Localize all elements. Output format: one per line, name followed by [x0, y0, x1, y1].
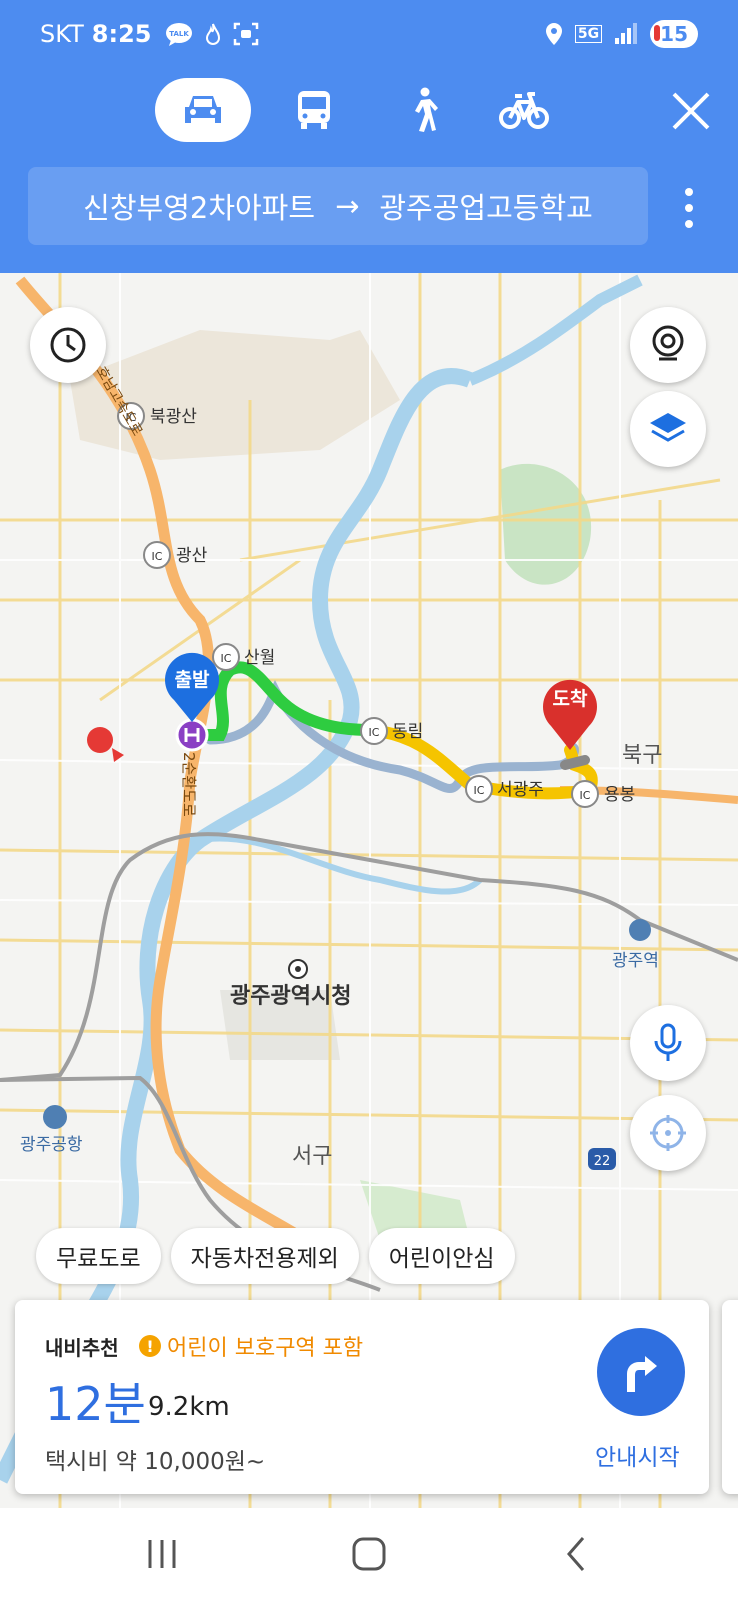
tab-car[interactable]: [155, 78, 251, 142]
system-icons: 5G 15: [545, 20, 698, 48]
label-seogu: 서구: [292, 1144, 332, 1169]
bus-icon: [298, 91, 330, 129]
ic-label: IC: [474, 784, 485, 797]
start-navigation-button[interactable]: [597, 1328, 685, 1416]
my-location-button[interactable]: [630, 1095, 706, 1171]
route-filter-chips: 무료도로 자동차전용제외 어린이안심: [36, 1228, 515, 1284]
home-icon[interactable]: [347, 1532, 391, 1576]
recent-apps-icon[interactable]: [140, 1532, 184, 1576]
microphone-icon: [654, 1023, 682, 1061]
tab-walk[interactable]: [375, 78, 471, 142]
walk-icon: [415, 87, 438, 132]
close-icon[interactable]: [666, 86, 716, 136]
school-zone-warning: ! 어린이 보호구역 포함: [139, 1330, 363, 1362]
cctv-icon: [652, 325, 684, 361]
label-city-hall: 광주광역시청: [230, 984, 351, 1009]
label-dongrim: 동림: [392, 722, 423, 742]
start-navigation-label[interactable]: 안내시작: [595, 1438, 680, 1472]
turn-arrow-icon: [627, 1356, 657, 1392]
label-gwangsan: 광산: [176, 546, 208, 566]
start-pin-label: 출발: [175, 669, 210, 691]
bike-icon: [499, 92, 549, 129]
network-5g-icon: 5G: [574, 25, 603, 43]
cctv-button[interactable]: [630, 307, 706, 383]
ic-label: IC: [580, 789, 591, 802]
recommend-label: 내비추천: [45, 1336, 119, 1360]
back-icon[interactable]: [555, 1532, 599, 1576]
route-22-badge: 22: [594, 1154, 611, 1169]
status-bar: SKT 8:25 TALK 5G 15: [40, 14, 698, 54]
label-bukgwangsan: 북광산: [150, 407, 197, 427]
tab-bike[interactable]: [476, 78, 572, 142]
clock: 8:25: [91, 20, 152, 48]
transport-mode-tabs: [0, 78, 738, 148]
ic-label: IC: [369, 726, 380, 739]
route-result-card[interactable]: 내비추천 ! 어린이 보호구역 포함 12분 9.2km 택시비 약 10,00…: [15, 1300, 709, 1494]
label-gwangju-station: 광주역: [612, 951, 659, 971]
flame-icon: [206, 23, 221, 45]
screenshot-icon: [234, 22, 259, 46]
label-airport: 광주공항: [20, 1135, 83, 1155]
carrier-label: SKT: [40, 20, 84, 48]
tab-bus[interactable]: [266, 78, 362, 142]
chip-free-road[interactable]: 무료도로: [36, 1228, 161, 1284]
taxi-fare: 택시비 약 10,000원~: [45, 1449, 266, 1475]
car-icon: [185, 96, 221, 123]
route-header: SKT 8:25 TALK 5G 15 신창부영2차아파트 → 광주공업고등학교: [0, 0, 738, 273]
system-nav-bar: [0, 1508, 738, 1600]
history-button[interactable]: [30, 307, 106, 383]
notification-icons: TALK: [165, 22, 259, 46]
chip-exclude-motorway[interactable]: 자동차전용제외: [170, 1228, 359, 1284]
next-route-card[interactable]: [722, 1300, 738, 1494]
label-ring-road: 2순환도로: [180, 752, 198, 817]
layers-button[interactable]: [630, 391, 706, 467]
voice-search-button[interactable]: [630, 1005, 706, 1081]
route-arrow: →: [335, 189, 360, 223]
crosshair-icon: [650, 1115, 686, 1151]
label-yongbong: 용봉: [604, 785, 635, 805]
label-bukgu: 북구: [622, 743, 662, 768]
end-pin-label: 도착: [553, 688, 588, 710]
more-menu-icon[interactable]: [680, 188, 698, 228]
layers-icon: [650, 413, 686, 442]
location-icon: [545, 23, 562, 45]
clock-icon: [50, 327, 86, 363]
ic-label: IC: [152, 550, 163, 563]
talk-icon: TALK: [166, 23, 193, 46]
signal-icon: [615, 23, 638, 44]
warning-icon: !: [139, 1335, 161, 1357]
battery-icon: 15: [650, 20, 698, 48]
travel-distance: 9.2km: [148, 1392, 230, 1422]
label-seogwangju: 서광주: [497, 780, 544, 800]
svg-text:TALK: TALK: [170, 30, 190, 38]
origin-label: 신창부영2차아파트: [83, 191, 316, 225]
travel-time: 12분: [45, 1377, 146, 1431]
warning-text: 어린이 보호구역 포함: [167, 1336, 364, 1361]
chip-child-safe[interactable]: 어린이안심: [368, 1228, 515, 1284]
ic-label: IC: [221, 652, 232, 665]
route-summary[interactable]: 신창부영2차아파트 → 광주공업고등학교: [28, 167, 648, 245]
label-sanwol: 산월: [244, 648, 275, 668]
destination-label: 광주공업고등학교: [379, 191, 593, 225]
